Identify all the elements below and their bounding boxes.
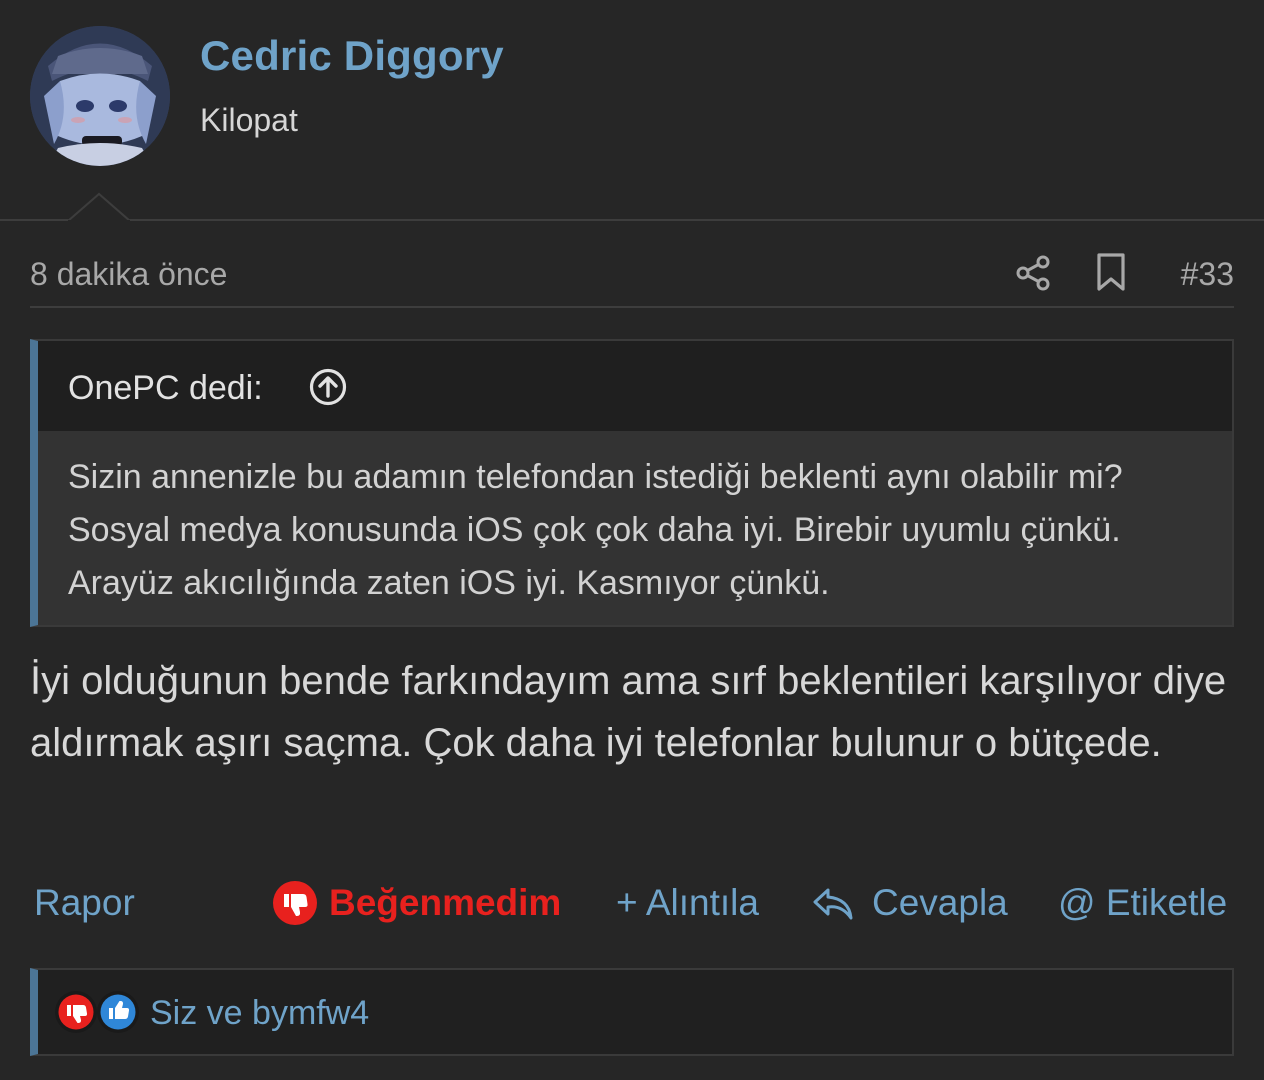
quote-author[interactable]: OnePC dedi: bbox=[68, 369, 263, 408]
post-page: Cedric Diggory Kilopat 8 dakika önce #33… bbox=[0, 0, 1264, 1080]
quote-header: OnePC dedi: bbox=[38, 341, 1232, 431]
header-divider bbox=[0, 219, 1264, 221]
reply-label: Cevapla bbox=[872, 882, 1008, 923]
user-title: Kilopat bbox=[200, 102, 298, 138]
user-header: Cedric Diggory Kilopat bbox=[0, 0, 1264, 222]
like-reaction-icon bbox=[97, 991, 139, 1033]
reply-icon bbox=[813, 888, 853, 920]
post-actions: Rapor Beğenmedim + Alıntıla Cevapla @ Et… bbox=[30, 876, 1234, 936]
report-button[interactable]: Rapor bbox=[34, 882, 135, 924]
thumbs-down-icon bbox=[273, 881, 317, 925]
header-arrow-icon bbox=[68, 192, 130, 222]
post-number[interactable]: #33 bbox=[1181, 256, 1234, 293]
post-meta: 8 dakika önce #33 bbox=[30, 246, 1234, 302]
avatar[interactable] bbox=[30, 26, 170, 166]
post-message: İyi olduğunun bende farkındayım ama sırf… bbox=[30, 659, 1227, 765]
quote-block: OnePC dedi: Sizin annenizle bu adamın te… bbox=[30, 339, 1234, 627]
reactions-text[interactable]: Siz ve bymfw4 bbox=[150, 994, 369, 1033]
bookmark-icon[interactable] bbox=[1094, 252, 1128, 292]
tag-button[interactable]: @ Etiketle bbox=[1058, 882, 1227, 924]
arrow-up-circle-icon[interactable] bbox=[308, 367, 348, 407]
username[interactable]: Cedric Diggory bbox=[200, 32, 504, 80]
post-time[interactable]: 8 dakika önce bbox=[30, 256, 227, 293]
dislike-reaction-icon bbox=[55, 991, 97, 1033]
meta-divider bbox=[30, 306, 1234, 308]
quote-button[interactable]: + Alıntıla bbox=[616, 882, 759, 924]
dislike-label: Beğenmedim bbox=[329, 882, 562, 923]
share-icon[interactable] bbox=[1014, 254, 1052, 292]
quote-text: Sizin annenizle bu adamın telefondan ist… bbox=[68, 458, 1123, 602]
reactions-bar: Siz ve bymfw4 bbox=[30, 968, 1234, 1056]
